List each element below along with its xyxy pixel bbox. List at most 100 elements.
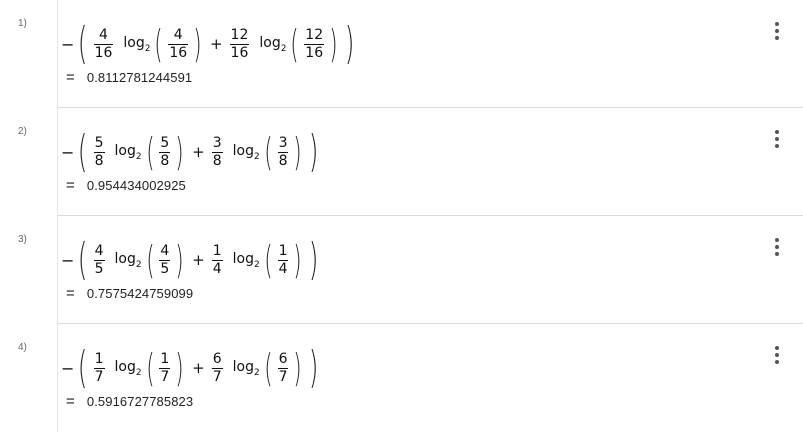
paren-right: )	[344, 18, 355, 69]
plus-sign: +	[192, 143, 205, 161]
log-function: log2	[259, 34, 287, 54]
log-function: log2	[114, 358, 142, 378]
paren-right: )	[293, 346, 302, 390]
equals-sign: =	[66, 285, 75, 302]
denominator: 5	[159, 259, 171, 277]
denominator: 5	[93, 259, 105, 277]
fraction: 3 8	[277, 134, 289, 170]
numerator: 3	[212, 134, 222, 151]
paren-right: )	[175, 130, 184, 174]
row-divider	[57, 0, 58, 108]
row-index: 4)	[18, 342, 27, 353]
numerator: 12	[230, 26, 249, 43]
result-value: 0.5916727785823	[86, 394, 194, 409]
denominator: 8	[159, 151, 171, 169]
evaluation-result: = 0.7575424759099	[66, 285, 193, 302]
expression-row[interactable]: 2) − ( 5 8 log2 ( 5 8 ) + 3 8 log2 ( 3 8…	[0, 108, 803, 216]
equals-sign: =	[66, 177, 75, 194]
equals-sign: =	[66, 69, 75, 86]
fraction: 1 4	[211, 242, 223, 278]
denominator: 7	[277, 367, 289, 385]
fraction: 6 7	[211, 350, 223, 386]
more-vertical-icon[interactable]	[770, 238, 784, 256]
log-function: log2	[232, 142, 260, 162]
plus-sign: +	[192, 251, 205, 269]
denominator: 16	[168, 43, 189, 61]
numerator: 5	[94, 134, 104, 151]
paren-right: )	[175, 346, 184, 390]
denominator: 7	[93, 367, 105, 385]
numerator: 1	[212, 242, 222, 259]
numerator: 4	[99, 26, 108, 43]
more-vertical-icon[interactable]	[770, 22, 784, 40]
log-function: log2	[232, 358, 260, 378]
row-divider	[57, 216, 58, 324]
denominator: 16	[93, 43, 114, 61]
paren-right: )	[309, 342, 319, 393]
log-function: log2	[114, 142, 142, 162]
paren-right: )	[293, 130, 302, 174]
fraction: 5 8	[93, 134, 105, 170]
numerator: 1	[278, 242, 288, 259]
fraction: 12 16	[229, 26, 250, 62]
paren-left: (	[78, 342, 88, 393]
log-function: log2	[232, 250, 260, 270]
paren-left: (	[154, 22, 163, 66]
numerator: 12	[305, 26, 324, 43]
denominator: 16	[229, 43, 250, 61]
result-value: 0.7575424759099	[86, 286, 194, 301]
row-index: 2)	[18, 126, 27, 137]
fraction: 3 8	[211, 134, 223, 170]
paren-left: (	[78, 234, 88, 285]
expression-input[interactable]: − ( 5 8 log2 ( 5 8 ) + 3 8 log2 ( 3 8) …	[61, 126, 322, 178]
expression-row[interactable]: 4) − ( 1 7 log2 ( 1 7 ) + 6 7 log2 ( 6 7…	[0, 324, 803, 432]
paren-left: (	[264, 238, 273, 282]
paren-right: )	[309, 234, 319, 285]
fraction: 5 8	[159, 134, 171, 170]
row-index: 3)	[18, 234, 27, 245]
fraction: 4 16	[93, 26, 114, 62]
numerator: 1	[160, 350, 170, 367]
numerator: 4	[173, 26, 183, 43]
expression-row[interactable]: 3) − ( 4 5 log2 ( 4 5 ) + 1 4 log2 ( 1 4…	[0, 216, 803, 324]
more-vertical-icon[interactable]	[770, 130, 784, 148]
paren-right: )	[193, 22, 202, 66]
paren-left: (	[264, 346, 273, 390]
denominator: 16	[304, 43, 325, 61]
evaluation-result: = 0.954434002925	[66, 177, 186, 194]
expression-input[interactable]: − ( 4 16 log2 ( 4 16 ) + 12 16 log2 ( 12…	[61, 18, 358, 70]
denominator: 8	[211, 151, 223, 169]
denominator: 8	[93, 151, 105, 169]
paren-left: (	[145, 238, 155, 282]
denominator: 7	[211, 367, 223, 385]
fraction: 1 7	[159, 350, 171, 386]
numerator: 6	[278, 350, 288, 367]
row-index: 1)	[18, 18, 27, 29]
paren-right: )	[309, 126, 319, 177]
numerator: 1	[94, 350, 104, 367]
fraction: 4 5	[93, 243, 105, 278]
paren-right: )	[329, 22, 338, 66]
more-vertical-icon[interactable]	[770, 346, 784, 364]
paren-right: )	[293, 238, 302, 282]
expression-row[interactable]: 1) − ( 4 16 log2 ( 4 16 ) + 12 16 log2 (…	[0, 0, 803, 108]
numerator: 5	[160, 134, 170, 151]
numerator: 3	[278, 134, 288, 151]
numerator: 6	[212, 350, 222, 367]
expression-input[interactable]: − ( 4 5 log2 ( 4 5 ) + 1 4 log2 ( 1 4) …	[61, 234, 322, 286]
log-function: log2	[123, 34, 151, 54]
result-value: 0.8112781244591	[86, 70, 193, 85]
denominator: 8	[277, 151, 289, 169]
evaluation-result: = 0.8112781244591	[66, 69, 192, 86]
fraction: 6 7	[277, 350, 289, 386]
denominator: 7	[159, 367, 171, 385]
row-divider	[57, 324, 58, 432]
paren-left: (	[78, 126, 88, 177]
expression-input[interactable]: − ( 1 7 log2 ( 1 7 ) + 6 7 log2 ( 6 7) …	[61, 342, 322, 394]
denominator: 4	[277, 259, 289, 277]
negation-sign: −	[61, 250, 75, 270]
paren-left: (	[290, 22, 299, 66]
numerator: 4	[160, 242, 170, 259]
plus-sign: +	[209, 35, 223, 53]
fraction: 1 7	[93, 350, 105, 386]
